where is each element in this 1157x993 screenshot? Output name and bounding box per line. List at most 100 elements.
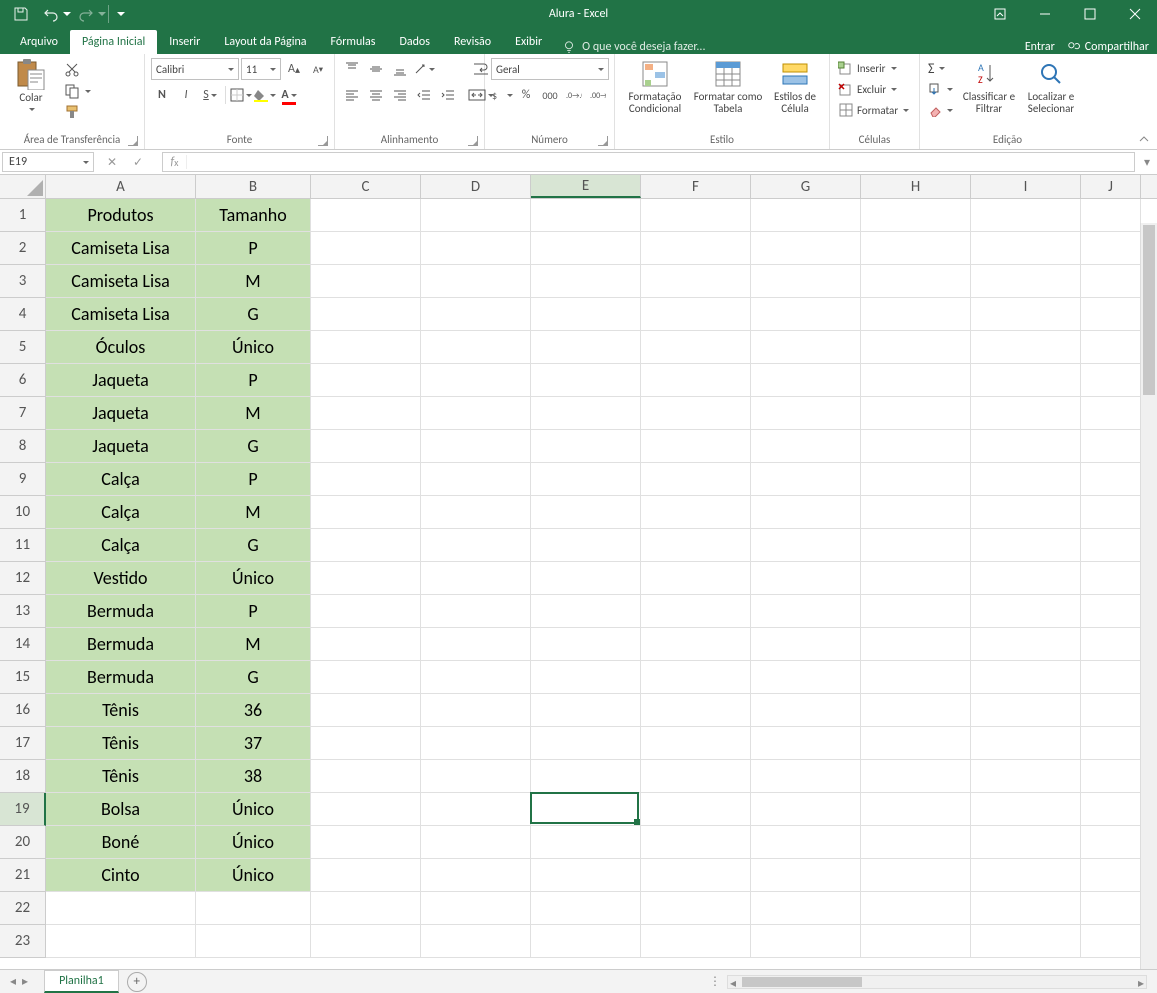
cell[interactable] — [641, 397, 751, 430]
cell[interactable]: P — [196, 595, 311, 628]
cell[interactable] — [421, 595, 531, 628]
cell[interactable]: 37 — [196, 727, 311, 760]
cell[interactable]: Boné — [46, 826, 196, 859]
cell[interactable] — [1081, 826, 1141, 859]
cell[interactable] — [861, 529, 971, 562]
cell[interactable] — [311, 727, 421, 760]
align-left-button[interactable] — [341, 84, 363, 106]
decrease-indent-button[interactable] — [413, 84, 435, 106]
paste-button[interactable]: Colar — [6, 58, 56, 114]
cell[interactable] — [311, 661, 421, 694]
italic-button[interactable]: I — [175, 84, 197, 106]
cell[interactable]: Tênis — [46, 694, 196, 727]
orientation-button[interactable] — [413, 58, 435, 80]
cell[interactable] — [311, 595, 421, 628]
cell[interactable] — [751, 826, 861, 859]
format-cells-button[interactable]: Formatar — [836, 100, 911, 120]
cell[interactable] — [196, 892, 311, 925]
cell[interactable] — [531, 892, 641, 925]
cell[interactable] — [531, 265, 641, 298]
cell[interactable] — [641, 430, 751, 463]
collapse-ribbon-button[interactable] — [1137, 132, 1151, 146]
cell[interactable] — [311, 397, 421, 430]
cell[interactable] — [861, 199, 971, 232]
cell[interactable] — [1081, 859, 1141, 892]
cell[interactable] — [751, 859, 861, 892]
cell[interactable] — [971, 463, 1081, 496]
cell[interactable] — [531, 859, 641, 892]
cell[interactable] — [1081, 727, 1141, 760]
dialog-launcher-icon[interactable] — [128, 136, 138, 146]
cell[interactable] — [641, 265, 751, 298]
cell[interactable] — [861, 232, 971, 265]
cell[interactable] — [196, 925, 311, 958]
cell[interactable] — [1081, 694, 1141, 727]
cell[interactable] — [641, 760, 751, 793]
underline-button[interactable]: S — [199, 84, 221, 106]
cell[interactable] — [311, 562, 421, 595]
cell[interactable]: P — [196, 364, 311, 397]
increase-indent-button[interactable] — [437, 84, 459, 106]
cell[interactable] — [861, 760, 971, 793]
cell[interactable] — [531, 628, 641, 661]
minimize-button[interactable] — [1022, 0, 1067, 28]
cell[interactable] — [861, 694, 971, 727]
format-painter-button[interactable] — [62, 102, 93, 122]
cell[interactable] — [751, 265, 861, 298]
cell[interactable] — [311, 331, 421, 364]
cell[interactable] — [531, 298, 641, 331]
cell[interactable] — [1081, 562, 1141, 595]
maximize-button[interactable] — [1067, 0, 1112, 28]
tab-formulas[interactable]: Fórmulas — [319, 30, 388, 54]
cell[interactable] — [311, 859, 421, 892]
tab-dados[interactable]: Dados — [387, 30, 441, 54]
insert-cells-button[interactable]: Inserir — [836, 58, 899, 78]
cell[interactable]: G — [196, 430, 311, 463]
row-header[interactable]: 6 — [0, 364, 46, 397]
cell[interactable] — [641, 892, 751, 925]
cell[interactable] — [531, 232, 641, 265]
cell[interactable]: M — [196, 265, 311, 298]
row-header[interactable]: 8 — [0, 430, 46, 463]
cell[interactable] — [751, 727, 861, 760]
cell[interactable]: G — [196, 298, 311, 331]
cell[interactable] — [1081, 232, 1141, 265]
cell[interactable] — [641, 298, 751, 331]
column-header[interactable]: J — [1081, 175, 1141, 198]
cell[interactable] — [1081, 595, 1141, 628]
cell[interactable]: Tênis — [46, 760, 196, 793]
save-button[interactable] — [6, 0, 36, 28]
sheet-nav-next[interactable]: ▸ — [22, 974, 28, 989]
tab-inserir[interactable]: Inserir — [157, 30, 212, 54]
cell[interactable] — [751, 430, 861, 463]
cell[interactable] — [1081, 925, 1141, 958]
cell[interactable] — [531, 727, 641, 760]
cell[interactable] — [641, 496, 751, 529]
insert-function-button[interactable]: fx — [163, 155, 187, 169]
cell[interactable] — [641, 925, 751, 958]
cell[interactable] — [641, 232, 751, 265]
delete-cells-button[interactable]: Excluir — [836, 79, 899, 99]
cell[interactable] — [421, 331, 531, 364]
fill-button[interactable] — [926, 79, 955, 99]
cell[interactable]: 36 — [196, 694, 311, 727]
cell[interactable] — [1081, 760, 1141, 793]
align-center-button[interactable] — [365, 84, 387, 106]
cell[interactable] — [421, 364, 531, 397]
cell[interactable] — [1081, 628, 1141, 661]
shrink-font-button[interactable]: A▾ — [307, 58, 329, 80]
expand-formula-bar-button[interactable]: ▾ — [1137, 150, 1157, 174]
cell[interactable] — [531, 793, 641, 826]
cell[interactable] — [641, 661, 751, 694]
cell[interactable] — [861, 562, 971, 595]
cell[interactable] — [311, 826, 421, 859]
row-header[interactable]: 9 — [0, 463, 46, 496]
cell[interactable] — [971, 826, 1081, 859]
format-as-table-button[interactable]: Formatar como Tabela — [689, 58, 767, 115]
signin-link[interactable]: Entrar — [1025, 40, 1055, 54]
cell[interactable] — [751, 892, 861, 925]
number-format-combo[interactable]: Geral — [491, 58, 609, 80]
cell[interactable] — [641, 364, 751, 397]
cell[interactable] — [641, 859, 751, 892]
cell[interactable] — [1081, 892, 1141, 925]
